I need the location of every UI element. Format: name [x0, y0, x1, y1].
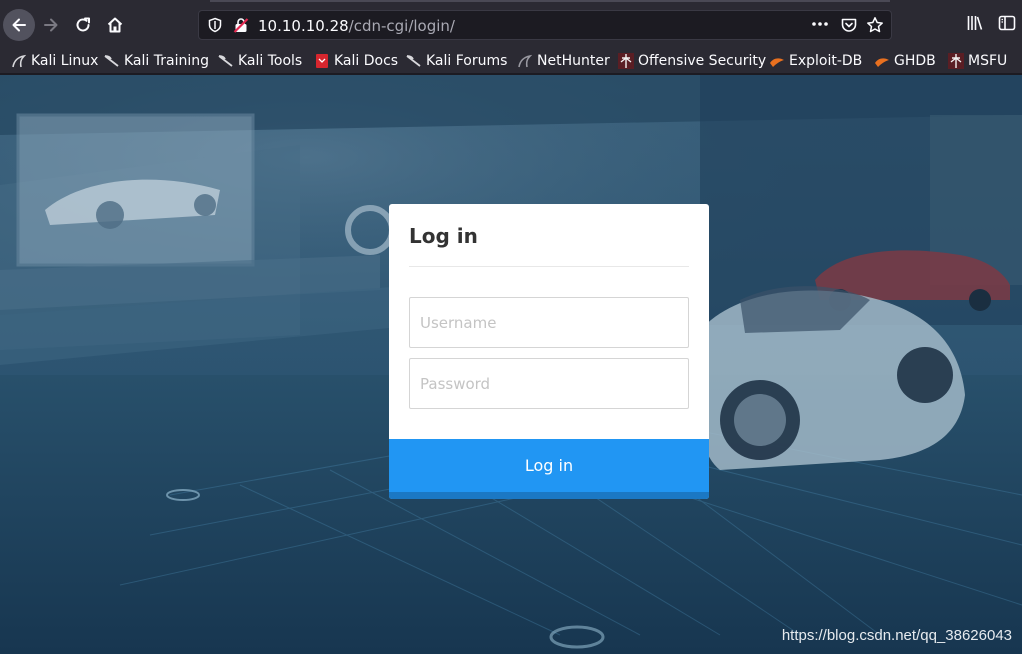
back-button[interactable]: [3, 9, 35, 41]
tracking-shield-icon[interactable]: [207, 17, 223, 33]
bookmark-kali-docs[interactable]: Kali Docs: [314, 52, 398, 70]
home-button[interactable]: [100, 10, 130, 40]
bookmark-label: Kali Training: [124, 53, 209, 69]
url-host: 10.10.10.28: [258, 17, 349, 35]
ellipsis-icon: [812, 22, 828, 26]
library-icon[interactable]: [966, 14, 984, 32]
bookmark-kali-forums[interactable]: Kali Forums: [406, 52, 507, 70]
offsec-icon: [618, 53, 634, 69]
username-field[interactable]: [409, 297, 689, 348]
exploitdb-icon: [769, 53, 785, 69]
exploitdb-icon: [874, 53, 890, 69]
bookmark-label: NetHunter: [537, 53, 610, 69]
bookmark-star-icon[interactable]: [866, 16, 884, 34]
bookmark-label: Exploit-DB: [789, 53, 863, 69]
reload-button[interactable]: [68, 10, 98, 40]
bookmark-label: GHDB: [894, 53, 936, 69]
sidebar-icon[interactable]: [998, 14, 1016, 32]
kali-docs-icon: [314, 53, 330, 69]
bookmark-kali-tools[interactable]: Kali Tools: [218, 52, 302, 70]
bookmark-msfu[interactable]: MSFU: [948, 52, 1007, 70]
password-field[interactable]: [409, 358, 689, 409]
bookmark-label: Kali Forums: [426, 53, 508, 69]
kali-dragon-icon: [104, 53, 120, 69]
nethunter-icon: [517, 53, 533, 69]
page-actions-button[interactable]: [811, 14, 829, 38]
url-text[interactable]: 10.10.10.28/cdn-cgi/login/: [258, 17, 455, 35]
watermark-text: https://blog.csdn.net/qq_38626043: [781, 627, 1012, 644]
pocket-icon[interactable]: [840, 16, 858, 34]
kali-dragon-icon: [218, 53, 234, 69]
reload-icon: [76, 17, 90, 32]
bookmark-label: Kali Linux: [31, 53, 99, 69]
kali-dragon-icon: [406, 53, 422, 69]
bookmark-kali-training[interactable]: Kali Training: [104, 52, 209, 70]
bookmark-label: Kali Tools: [238, 53, 303, 69]
bookmark-label: MSFU: [968, 53, 1008, 69]
bookmark-kali-linux[interactable]: Kali Linux: [11, 52, 98, 70]
login-card: Log in Log in: [389, 204, 709, 499]
bookmarks-toolbar: Kali Linux Kali Training Kali Tools Kali…: [0, 48, 1022, 74]
login-button[interactable]: Log in: [389, 439, 709, 499]
page-viewport: Log in Log in https://blog.csdn.net/qq_3…: [0, 75, 1022, 654]
bookmark-nethunter[interactable]: NetHunter: [517, 52, 610, 70]
bookmark-offensive-security[interactable]: Offensive Security: [618, 52, 766, 70]
bookmark-ghdb[interactable]: GHDB: [874, 52, 936, 70]
arrow-left-icon: [12, 18, 26, 32]
offsec-icon: [948, 53, 964, 69]
forward-button[interactable]: [36, 10, 66, 40]
bookmark-label: Offensive Security: [638, 53, 767, 69]
bookmark-exploit-db[interactable]: Exploit-DB: [769, 52, 862, 70]
address-bar[interactable]: 10.10.10.28/cdn-cgi/login/: [198, 10, 892, 40]
bookmark-label: Kali Docs: [334, 53, 399, 69]
title-divider: [409, 266, 689, 267]
tab-strip: [210, 0, 890, 5]
browser-toolbar: 10.10.10.28/cdn-cgi/login/: [0, 0, 1022, 48]
home-icon: [107, 17, 123, 33]
arrow-right-icon: [44, 18, 58, 32]
insecure-lock-icon[interactable]: [233, 17, 249, 33]
kali-dragon-icon: [11, 53, 27, 69]
url-path: /cdn-cgi/login/: [348, 17, 455, 35]
login-title: Log in: [409, 224, 478, 248]
